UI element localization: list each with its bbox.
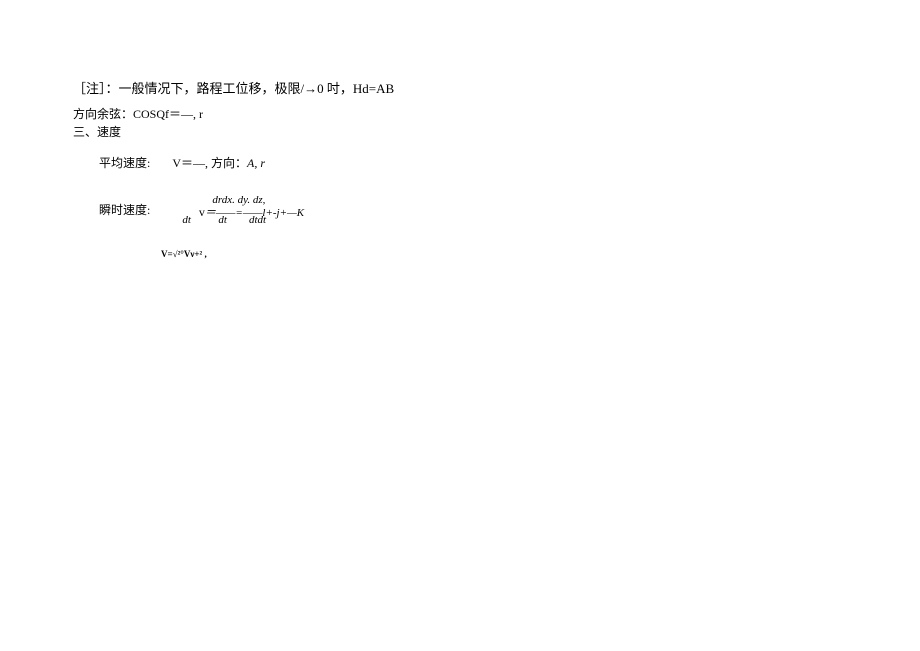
avg-velocity-dir-value: A, r [247, 156, 265, 170]
direction-cosine-formula: COSQf＝—, r [133, 107, 203, 121]
magnitude-formula-line: V=√²°Vν+² , [73, 248, 920, 261]
instant-velocity-line: 瞬时速度: drdx. dy. dz, v＝——=——l+-j+—K dt dt… [73, 194, 920, 226]
note-prefix: ［注］：一般情况下，路程工位移，极限/ [73, 81, 304, 96]
average-velocity-line: 平均速度: V＝—, 方向：A, r [73, 155, 920, 172]
avg-velocity-dir-label: 方向： [211, 156, 247, 170]
avg-velocity-formula: V＝—, [172, 156, 208, 170]
section-heading-velocity: 三、速度 [73, 124, 920, 141]
direction-cosine-label: 方向余弦： [73, 107, 133, 121]
note-line: ［注］：一般情况下，路程工位移，极限/→0 吋，Hd=AB [73, 80, 920, 98]
magnitude-formula: V=√²°Vν+² , [161, 249, 207, 259]
direction-cosine-line: 方向余弦：COSQf＝—, r [73, 106, 920, 123]
note-suffix: 0 吋，Hd=AB [317, 81, 394, 96]
avg-velocity-label: 平均速度: [99, 156, 150, 170]
formula-denominator: dt dt dtdt [182, 214, 266, 226]
arrow-icon: → [304, 81, 317, 96]
instant-velocity-label: 瞬时速度: [99, 201, 150, 218]
instant-velocity-formula: drdx. dy. dz, v＝——=——l+-j+—K dt dt dtdt [182, 194, 382, 226]
